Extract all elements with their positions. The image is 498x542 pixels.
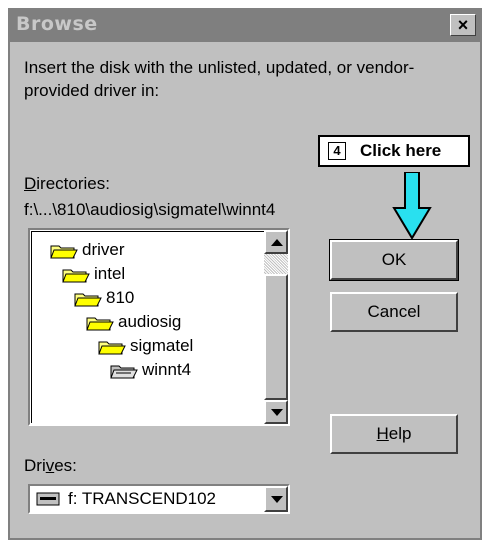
directories-scrollbar[interactable] [264, 230, 288, 424]
directory-label: winnt4 [142, 360, 192, 379]
directories-label: Directories: [24, 174, 110, 193]
list-item[interactable]: audiosig [86, 310, 181, 334]
chevron-down-icon [271, 496, 283, 503]
drives-dropdown-button[interactable] [264, 486, 288, 512]
scroll-thumb[interactable] [264, 274, 288, 400]
folder-open-icon [74, 293, 102, 307]
scroll-up-button[interactable] [264, 230, 288, 254]
step-number: 4 [328, 142, 346, 160]
directory-label: sigmatel [130, 336, 194, 355]
list-item[interactable]: intel [62, 262, 125, 286]
directory-label: intel [94, 264, 126, 283]
directories-listbox[interactable]: driver intel 810 audiosig sigmatel winnt… [28, 228, 290, 426]
drive-icon [36, 492, 60, 506]
step-callout: 4 Click here [318, 135, 470, 167]
close-button[interactable]: × [450, 14, 476, 36]
scroll-track[interactable] [264, 254, 288, 274]
drive-value: f: TRANSCEND102 [68, 489, 217, 508]
folder-open-icon [50, 245, 78, 259]
folder-open-icon [86, 317, 114, 331]
arrow-down-icon [271, 409, 283, 416]
ok-button[interactable]: OK [329, 239, 459, 281]
arrow-up-icon [271, 239, 283, 246]
instruction-text: Insert the disk with the unlisted, updat… [24, 58, 415, 100]
list-item[interactable]: 810 [74, 286, 134, 310]
close-icon: × [457, 15, 469, 35]
dialog-title: Browse [16, 13, 98, 35]
cancel-button[interactable]: Cancel [330, 292, 458, 332]
drives-label: Drives: [24, 456, 77, 475]
directory-path: f:\...\810\audiosig\sigmatel\winnt4 [24, 200, 276, 219]
list-item[interactable]: driver [50, 238, 125, 262]
directory-label: driver [82, 240, 125, 259]
scroll-down-button[interactable] [264, 400, 288, 424]
callout-label: Click here [360, 141, 442, 160]
folder-selected-icon [110, 365, 138, 379]
list-item-selected[interactable]: winnt4 [110, 358, 191, 382]
directory-label: 810 [106, 288, 135, 307]
folder-open-icon [62, 269, 90, 283]
help-button[interactable]: Help [330, 414, 458, 454]
arrow-down-icon [392, 172, 432, 240]
list-item[interactable]: sigmatel [98, 334, 193, 358]
folder-open-icon [98, 341, 126, 355]
title-bar[interactable]: Browse × [10, 10, 480, 42]
directory-label: audiosig [118, 312, 182, 331]
drives-select[interactable]: f: TRANSCEND102 [28, 484, 290, 514]
